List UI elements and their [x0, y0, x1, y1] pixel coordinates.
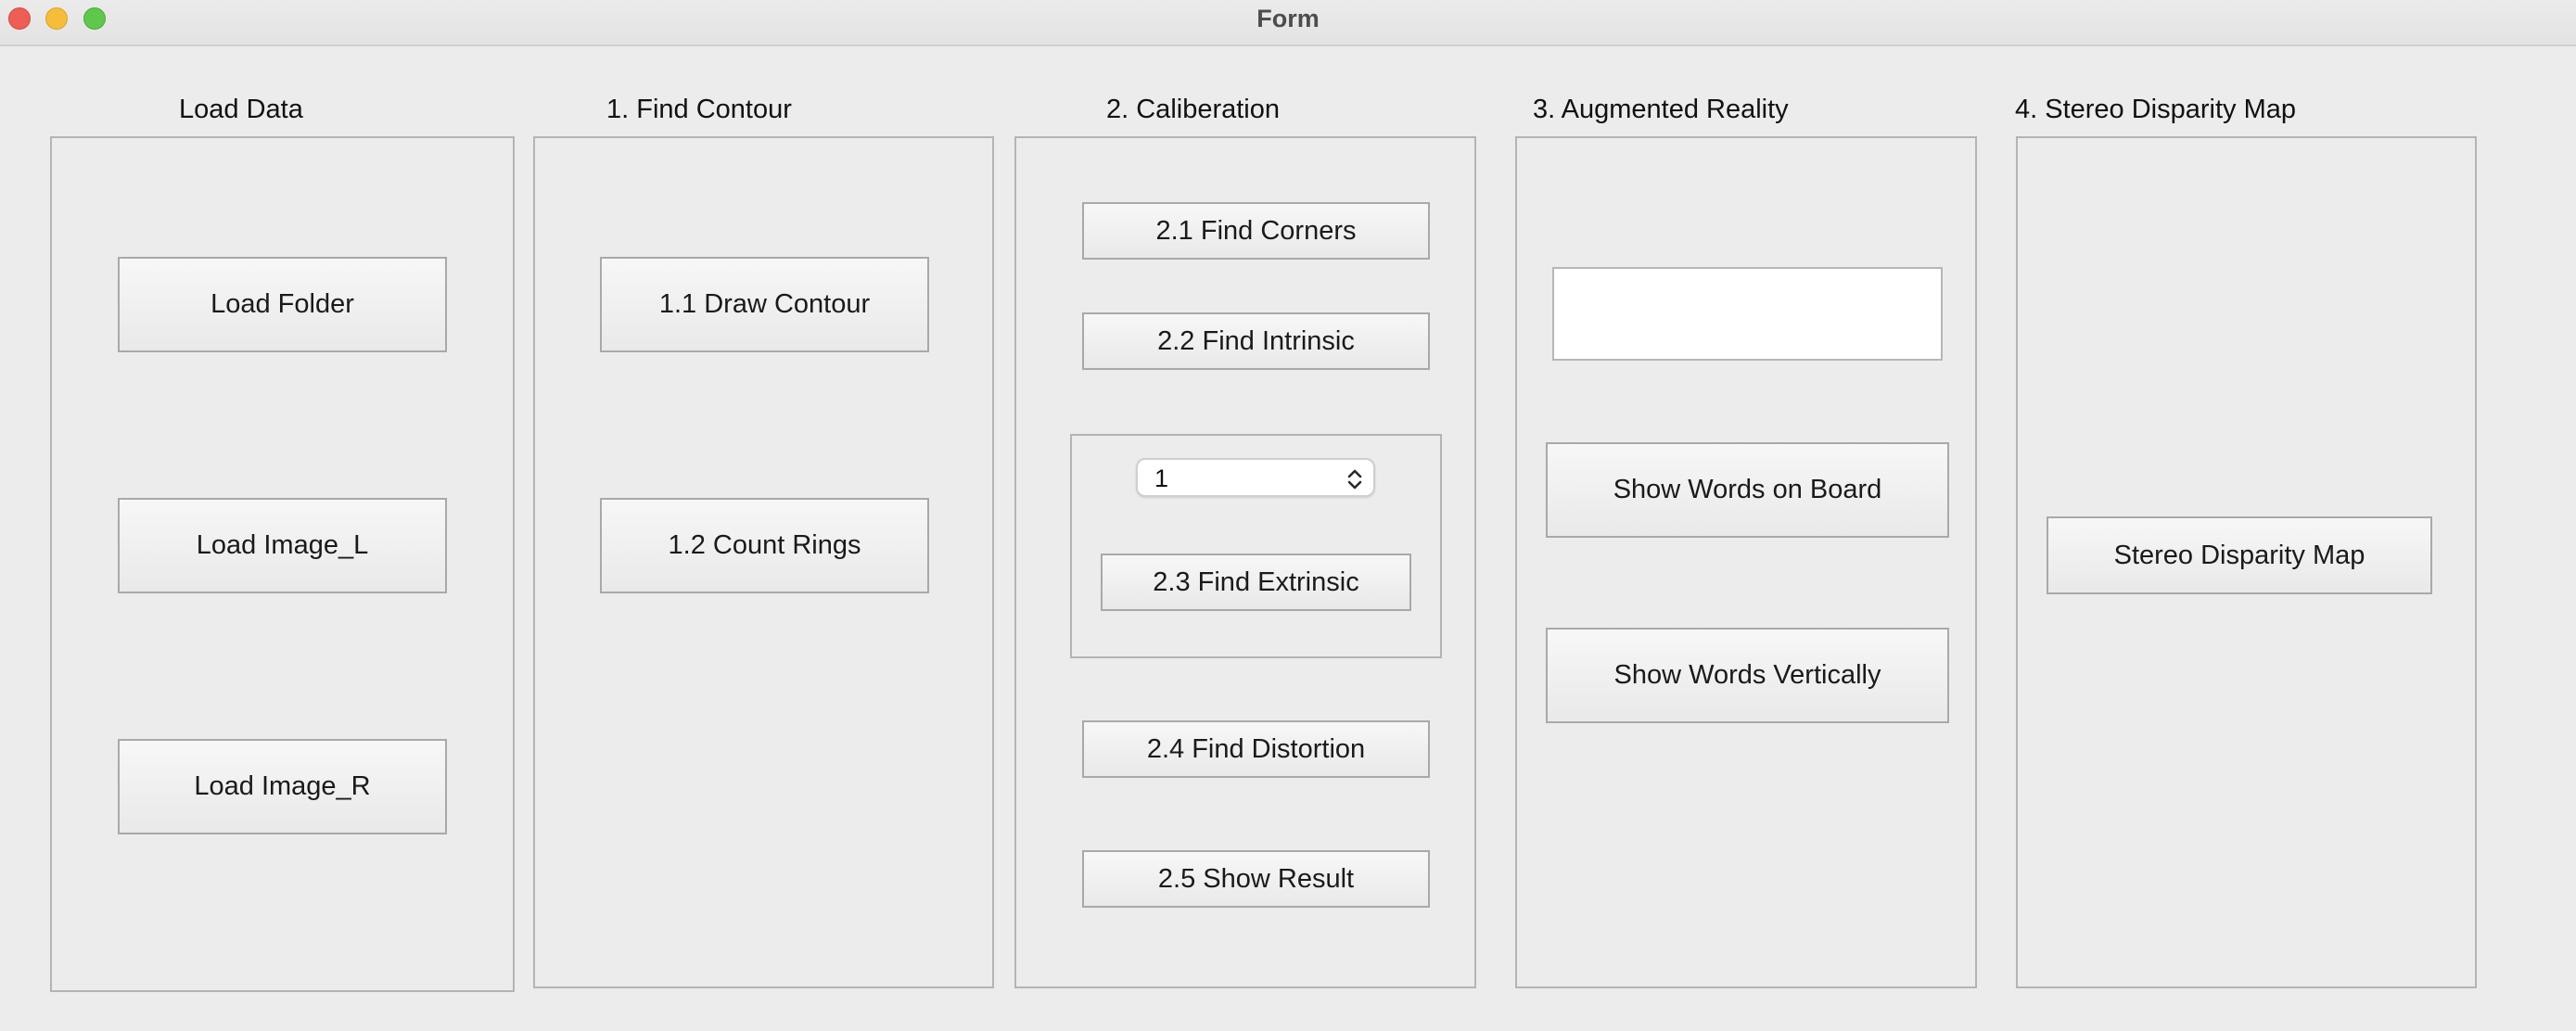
show-result-button[interactable]: 2.5 Show Result — [1082, 850, 1430, 908]
find-distortion-button[interactable]: 2.4 Find Distortion — [1082, 720, 1430, 778]
app-window: Form Load Data Load Folder Load Image_L … — [0, 0, 2576, 1031]
find-corners-button[interactable]: 2.1 Find Corners — [1082, 202, 1430, 260]
group-augmented-reality — [1515, 136, 1977, 988]
stereo-disparity-map-button[interactable]: Stereo Disparity Map — [2047, 516, 2432, 594]
group-label-stereo-disparity: 4. Stereo Disparity Map — [2015, 95, 2297, 124]
word-input[interactable] — [1552, 267, 1943, 361]
group-label-load-data: Load Data — [179, 95, 303, 124]
up-down-chevron-icon[interactable] — [1345, 466, 1364, 492]
group-label-find-contour: 1. Find Contour — [606, 95, 792, 124]
group-label-calibration: 2. Caliberation — [1106, 95, 1280, 124]
title-bar: Form — [0, 0, 2576, 46]
count-rings-button[interactable]: 1.2 Count Rings — [600, 498, 929, 593]
extrinsic-index-spinbox[interactable]: 1 — [1136, 458, 1375, 497]
show-words-vertically-button[interactable]: Show Words Vertically — [1546, 628, 1949, 723]
load-image-r-button[interactable]: Load Image_R — [118, 739, 447, 834]
find-intrinsic-button[interactable]: 2.2 Find Intrinsic — [1082, 312, 1430, 370]
find-extrinsic-button[interactable]: 2.3 Find Extrinsic — [1101, 554, 1411, 611]
load-folder-button[interactable]: Load Folder — [118, 257, 447, 352]
group-label-augmented-reality: 3. Augmented Reality — [1533, 95, 1789, 124]
window-title: Form — [1256, 5, 1320, 32]
load-image-l-button[interactable]: Load Image_L — [118, 498, 447, 593]
show-words-on-board-button[interactable]: Show Words on Board — [1546, 442, 1949, 538]
extrinsic-index-value: 1 — [1154, 465, 1169, 492]
draw-contour-button[interactable]: 1.1 Draw Contour — [600, 257, 929, 352]
